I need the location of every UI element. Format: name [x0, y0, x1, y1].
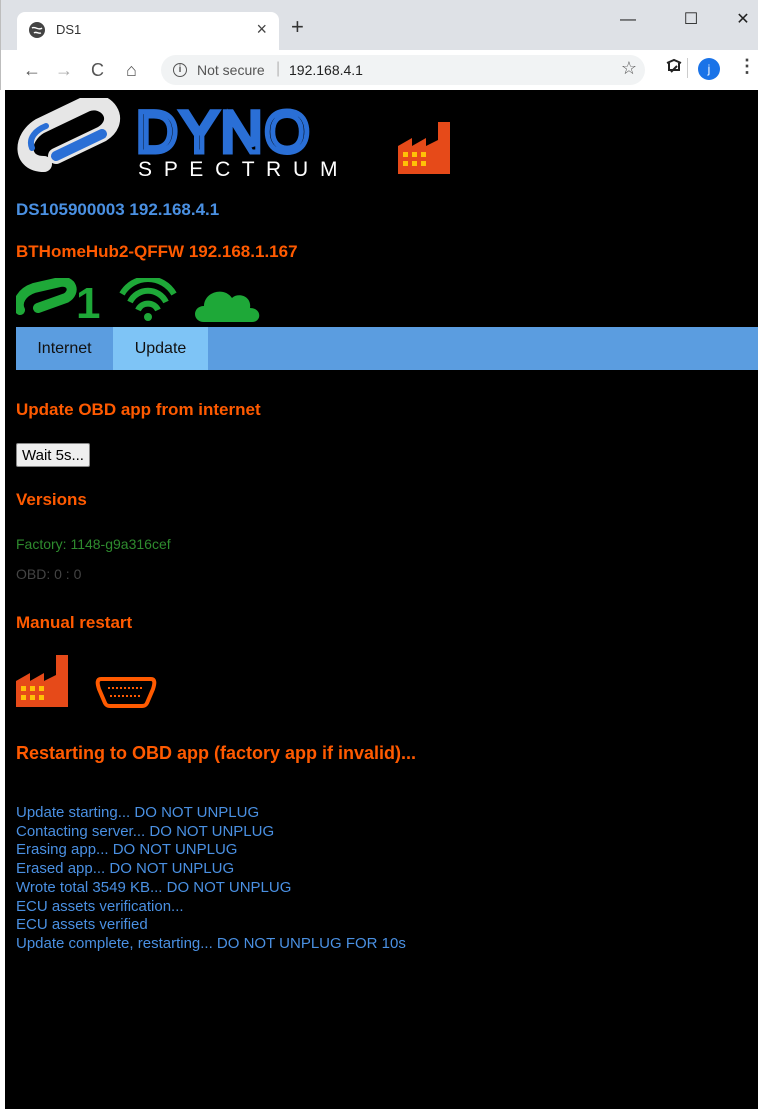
back-button[interactable]: ← — [23, 56, 41, 84]
factory-version: Factory: 1148-g9a316cef — [16, 536, 171, 552]
maximize-button[interactable]: ☐ — [671, 6, 711, 34]
ds1-logo-icon: 1 — [16, 278, 100, 322]
restart-status-message: Restarting to OBD app (factory app if in… — [16, 743, 417, 763]
obd-connector-icon[interactable] — [95, 675, 157, 709]
log-line: Contacting server... DO NOT UNPLUG — [16, 822, 275, 840]
reload-button[interactable]: C — [91, 56, 104, 84]
extension-icon[interactable] — [665, 58, 683, 79]
bookmark-star-icon[interactable]: ☆ — [621, 58, 637, 79]
dyno-spectrum-logo: DYNO S P E C T R U M — [17, 98, 450, 178]
log-line: Erasing app... DO NOT UNPLUG — [16, 841, 238, 859]
update-heading: Update OBD app from internet — [16, 400, 261, 419]
cloud-icon — [195, 291, 260, 322]
obd-version: OBD: 0 : 0 — [16, 566, 82, 582]
log-line: ECU assets verified — [16, 916, 148, 934]
globe-icon — [29, 22, 45, 38]
info-icon[interactable]: i — [173, 63, 187, 77]
device-ap-info: DS105900003 192.168.4.1 — [16, 200, 220, 219]
security-label[interactable]: Not secure — [197, 62, 265, 78]
profile-avatar[interactable]: j — [698, 58, 720, 80]
log-line: ECU assets verification... — [16, 897, 184, 915]
browser-chrome: DS1 × + — ☐ ✕ ← → C ⌂ i Not secure | 192… — [0, 0, 758, 90]
tab-close-button[interactable]: × — [256, 19, 267, 40]
log-line: Erased app... DO NOT UNPLUG — [16, 860, 235, 878]
url-text[interactable]: 192.168.4.1 — [289, 62, 363, 78]
url-separator: | — [276, 60, 281, 77]
wifi-station-info: BTHomeHub2-QFFW 192.168.1.167 — [16, 242, 298, 261]
browser-menu-button[interactable]: ⋮ — [738, 56, 756, 77]
ds1-badge-text: 1 — [76, 279, 100, 322]
update-wait-button[interactable]: Wait 5s... — [16, 443, 90, 467]
toolbar-divider — [687, 58, 688, 78]
factory-icon[interactable] — [16, 655, 70, 707]
tab-update[interactable]: Update — [113, 327, 208, 370]
swoosh-logo-icon — [17, 98, 120, 172]
page-nav-bar: Internet Update — [16, 327, 758, 370]
tab-internet[interactable]: Internet — [16, 327, 113, 370]
log-line: Wrote total 3549 KB... DO NOT UNPLUG — [16, 878, 292, 896]
tab-title: DS1 — [56, 22, 82, 37]
factory-icon — [398, 122, 450, 174]
page-content: DYNO S P E C T R U M DS105900003 192.168… — [0, 90, 758, 1109]
wifi-icon — [119, 278, 177, 321]
status-icons: 1 — [16, 278, 260, 322]
window-close-button[interactable]: ✕ — [723, 6, 758, 34]
logo-word: DYNO — [136, 100, 312, 165]
address-bar[interactable]: i Not secure | 192.168.4.1 ☆ — [161, 55, 645, 85]
home-button[interactable]: ⌂ — [126, 56, 137, 84]
manual-restart-heading: Manual restart — [16, 613, 133, 632]
log-line: Update starting... DO NOT UNPLUG — [16, 804, 260, 821]
new-tab-button[interactable]: + — [291, 16, 304, 38]
browser-tab[interactable]: DS1 × — [17, 12, 279, 50]
versions-heading: Versions — [16, 490, 87, 509]
logo-subword: S P E C T R U M — [138, 158, 341, 178]
forward-button[interactable]: → — [55, 56, 73, 84]
log-line: Update complete, restarting... DO NOT UN… — [16, 934, 406, 952]
minimize-button[interactable]: — — [608, 6, 648, 34]
browser-toolbar: ← → C ⌂ i Not secure | 192.168.4.1 ☆ — [1, 50, 758, 90]
update-log: Update starting... DO NOT UNPLUG Contact… — [16, 804, 406, 954]
